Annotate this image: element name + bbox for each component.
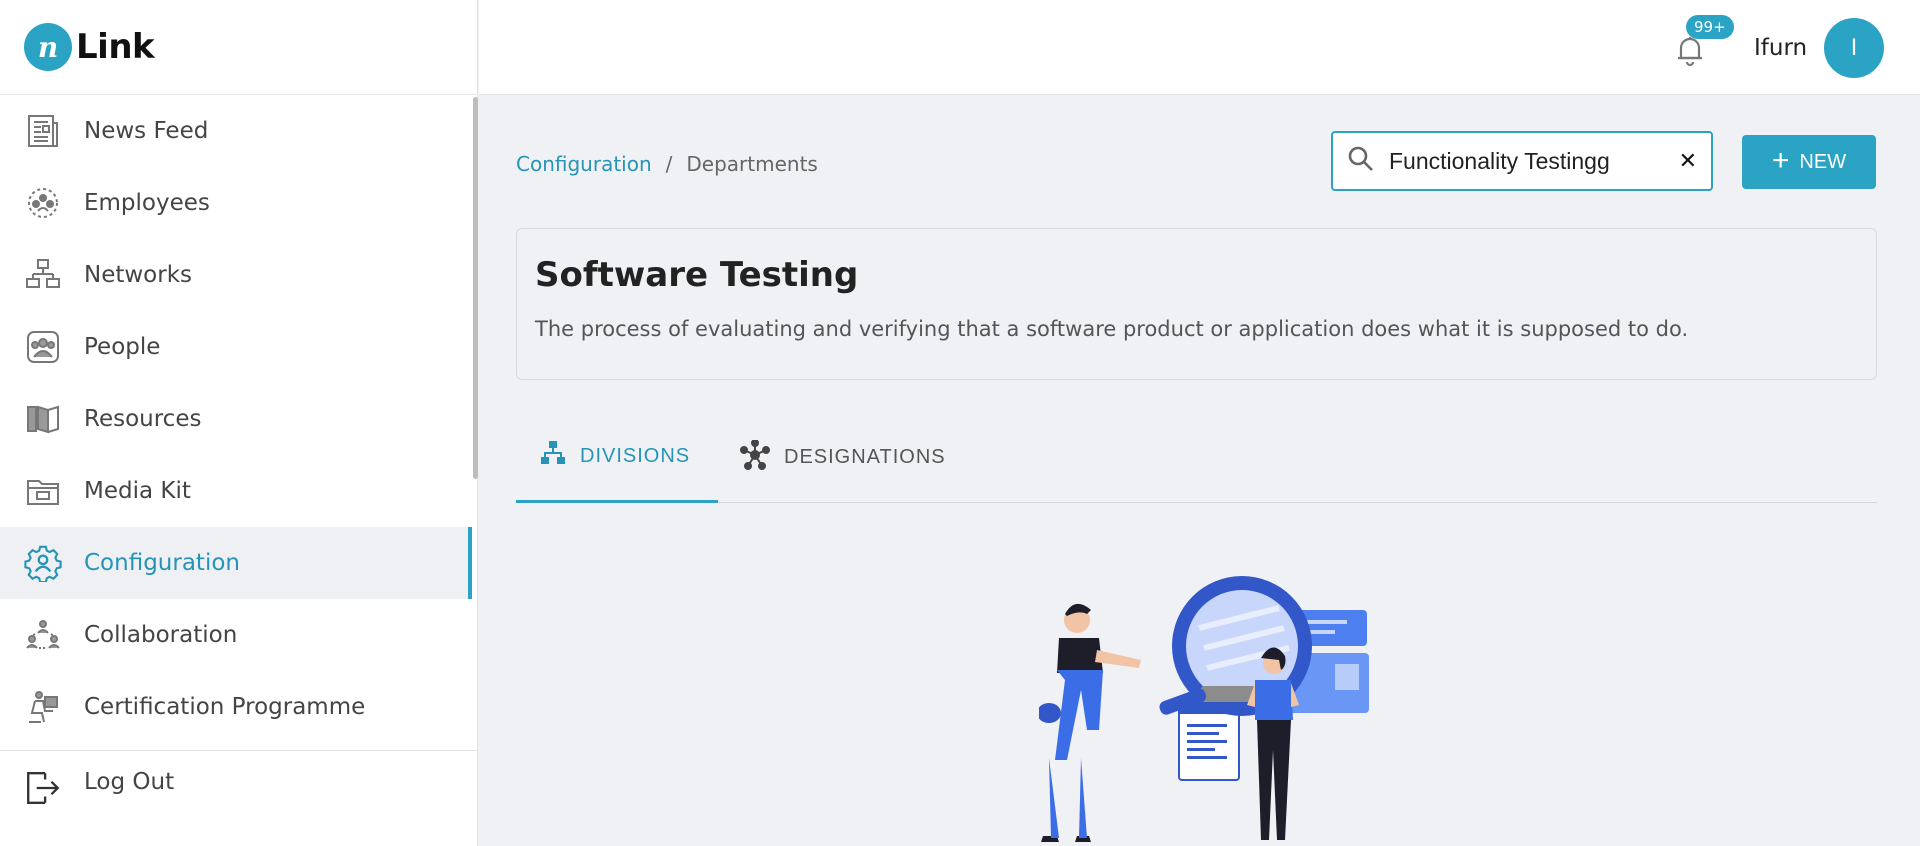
molecule-icon	[740, 438, 770, 476]
sidebar-item-label: Networks	[84, 262, 193, 288]
new-button-label: NEW	[1799, 150, 1847, 173]
sidebar-item-employees[interactable]: Employees	[0, 167, 472, 239]
book-icon	[24, 400, 62, 438]
collaboration-icon	[24, 616, 62, 654]
people-icon	[24, 328, 62, 366]
empty-state-illustration	[1037, 558, 1439, 846]
search-box: ✕	[1331, 131, 1713, 191]
network-icon	[24, 256, 62, 294]
department-title: Software Testing	[535, 255, 859, 295]
hierarchy-icon	[540, 440, 566, 472]
avatar[interactable]: I	[1824, 18, 1884, 78]
sidebar-nav: News Feed Employees Networks People Reso…	[0, 95, 472, 750]
breadcrumb-separator: /	[665, 152, 673, 176]
tab-label: DESIGNATIONS	[784, 446, 946, 468]
main-content: Configuration / Departments ✕ + NEW Soft…	[479, 96, 1920, 846]
new-button[interactable]: + NEW	[1742, 135, 1876, 189]
sidebar-item-label: People	[84, 334, 161, 360]
plus-icon: +	[1771, 143, 1790, 177]
logout-label: Log Out	[84, 769, 175, 795]
department-card: Software Testing The process of evaluati…	[516, 228, 1877, 380]
breadcrumb-current: Departments	[686, 152, 818, 176]
clear-search-icon[interactable]: ✕	[1679, 149, 1697, 174]
department-description: The process of evaluating and verifying …	[535, 317, 1689, 341]
sidebar-item-people[interactable]: People	[0, 311, 472, 383]
search-input[interactable]	[1389, 147, 1673, 175]
logout-button[interactable]: Log Out	[0, 750, 478, 846]
folder-icon	[24, 472, 62, 510]
tab-bar: DIVISIONS DESIGNATIONS	[516, 412, 1877, 503]
logout-icon	[24, 769, 62, 811]
newspaper-icon	[24, 112, 62, 150]
logo-mark: n	[24, 23, 72, 71]
sidebar-item-label: Certification Programme	[84, 694, 366, 720]
employees-icon	[24, 184, 62, 222]
sidebar-item-label: Employees	[84, 190, 210, 216]
sidebar-item-configuration[interactable]: Configuration	[0, 527, 472, 599]
sidebar-item-label: Resources	[84, 406, 202, 432]
sidebar-scrollbar-thumb[interactable]	[473, 97, 478, 479]
top-header: 99+ Ifurn I	[479, 0, 1920, 95]
bell-icon[interactable]	[1673, 34, 1707, 68]
breadcrumb-configuration-link[interactable]: Configuration	[516, 152, 652, 176]
certification-icon	[24, 688, 62, 726]
breadcrumb: Configuration / Departments	[516, 152, 818, 176]
sidebar-item-label: Media Kit	[84, 478, 191, 504]
tab-label: DIVISIONS	[580, 444, 691, 467]
username[interactable]: Ifurn	[1754, 35, 1807, 61]
search-icon	[1347, 145, 1375, 177]
sidebar-item-certification-programme[interactable]: Certification Programme	[0, 671, 472, 743]
sidebar: n Link News Feed Employees Networks Peop…	[0, 0, 478, 846]
tab-divisions[interactable]: DIVISIONS	[516, 412, 718, 503]
gear-icon	[24, 544, 62, 582]
sidebar-item-label: Configuration	[84, 550, 240, 576]
logo[interactable]: n Link	[0, 0, 477, 95]
sidebar-item-resources[interactable]: Resources	[0, 383, 472, 455]
sidebar-item-news-feed[interactable]: News Feed	[0, 95, 472, 167]
sidebar-item-label: News Feed	[84, 118, 209, 144]
sidebar-item-label: Collaboration	[84, 622, 238, 648]
sidebar-item-media-kit[interactable]: Media Kit	[0, 455, 472, 527]
notification-badge: 99+	[1686, 15, 1734, 39]
sidebar-scrollbar[interactable]	[472, 95, 478, 750]
sidebar-item-networks[interactable]: Networks	[0, 239, 472, 311]
sidebar-item-collaboration[interactable]: Collaboration	[0, 599, 472, 671]
logo-text: Link	[76, 27, 155, 67]
tab-designations[interactable]: DESIGNATIONS	[740, 412, 946, 503]
